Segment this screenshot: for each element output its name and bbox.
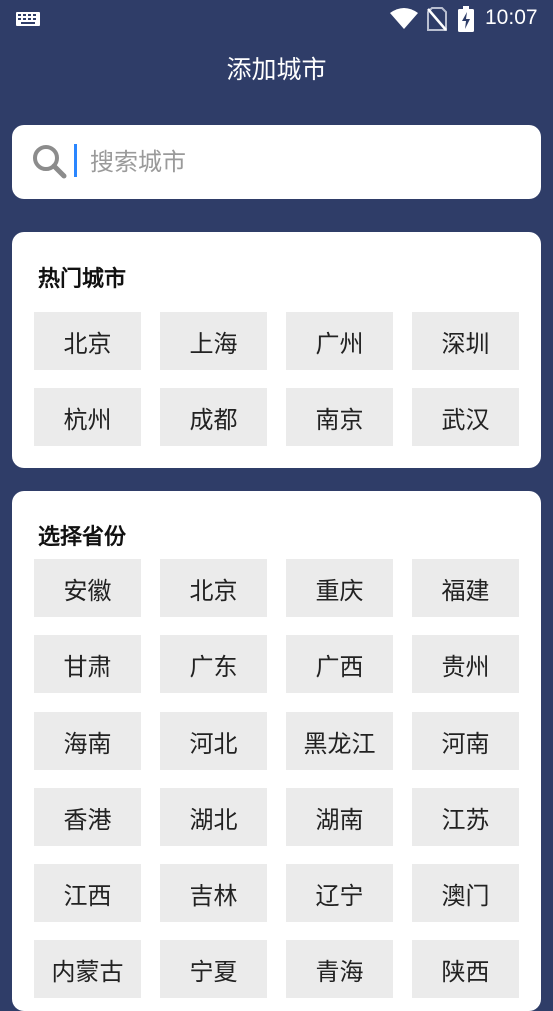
hot-cities-card: 热门城市 北京 上海 广州 深圳 杭州 成都 南京 武汉 bbox=[12, 232, 541, 468]
city-chip[interactable]: 深圳 bbox=[412, 312, 519, 370]
province-chip[interactable]: 陕西 bbox=[412, 940, 519, 998]
battery-charging-icon bbox=[458, 6, 474, 32]
province-chip[interactable]: 安徽 bbox=[34, 559, 141, 617]
search-icon bbox=[33, 145, 67, 179]
province-chip[interactable]: 澳门 bbox=[412, 864, 519, 922]
city-chip[interactable]: 武汉 bbox=[412, 388, 519, 446]
provinces-title: 选择省份 bbox=[38, 525, 127, 550]
province-chip[interactable]: 河南 bbox=[412, 712, 519, 770]
province-chip[interactable]: 江西 bbox=[34, 864, 141, 922]
city-chip[interactable]: 广州 bbox=[286, 312, 393, 370]
province-chip[interactable]: 黑龙江 bbox=[286, 712, 393, 770]
province-chip[interactable]: 广东 bbox=[160, 635, 267, 693]
city-chip[interactable]: 北京 bbox=[34, 312, 141, 370]
province-chip[interactable]: 香港 bbox=[34, 788, 141, 846]
province-chip[interactable]: 海南 bbox=[34, 712, 141, 770]
city-chip[interactable]: 杭州 bbox=[34, 388, 141, 446]
hot-cities-title: 热门城市 bbox=[38, 267, 127, 292]
search-input[interactable] bbox=[78, 139, 530, 185]
province-chip[interactable]: 江苏 bbox=[412, 788, 519, 846]
wifi-icon bbox=[390, 8, 418, 29]
city-chip[interactable]: 南京 bbox=[286, 388, 393, 446]
search-bar[interactable] bbox=[12, 125, 541, 199]
province-chip[interactable]: 宁夏 bbox=[160, 940, 267, 998]
provinces-card: 选择省份 安徽 北京 重庆 福建 甘肃 广东 广西 贵州 海南 河北 黑龙江 河… bbox=[12, 491, 541, 1011]
province-chip[interactable]: 青海 bbox=[286, 940, 393, 998]
province-chip[interactable]: 湖南 bbox=[286, 788, 393, 846]
province-chip[interactable]: 贵州 bbox=[412, 635, 519, 693]
status-time: 10:07 bbox=[485, 6, 538, 29]
status-bar: 10:07 bbox=[0, 0, 553, 38]
province-chip[interactable]: 福建 bbox=[412, 559, 519, 617]
city-chip[interactable]: 上海 bbox=[160, 312, 267, 370]
province-chip[interactable]: 北京 bbox=[160, 559, 267, 617]
province-chip[interactable]: 吉林 bbox=[160, 864, 267, 922]
keyboard-icon bbox=[16, 12, 40, 26]
province-chip[interactable]: 湖北 bbox=[160, 788, 267, 846]
province-chip[interactable]: 辽宁 bbox=[286, 864, 393, 922]
no-sim-icon bbox=[427, 7, 447, 31]
province-chip[interactable]: 内蒙古 bbox=[34, 940, 141, 998]
city-chip[interactable]: 成都 bbox=[160, 388, 267, 446]
province-chip[interactable]: 广西 bbox=[286, 635, 393, 693]
text-cursor bbox=[74, 144, 77, 177]
page-title: 添加城市 bbox=[226, 55, 327, 84]
province-chip[interactable]: 重庆 bbox=[286, 559, 393, 617]
province-chip[interactable]: 河北 bbox=[160, 712, 267, 770]
province-chip[interactable]: 甘肃 bbox=[34, 635, 141, 693]
